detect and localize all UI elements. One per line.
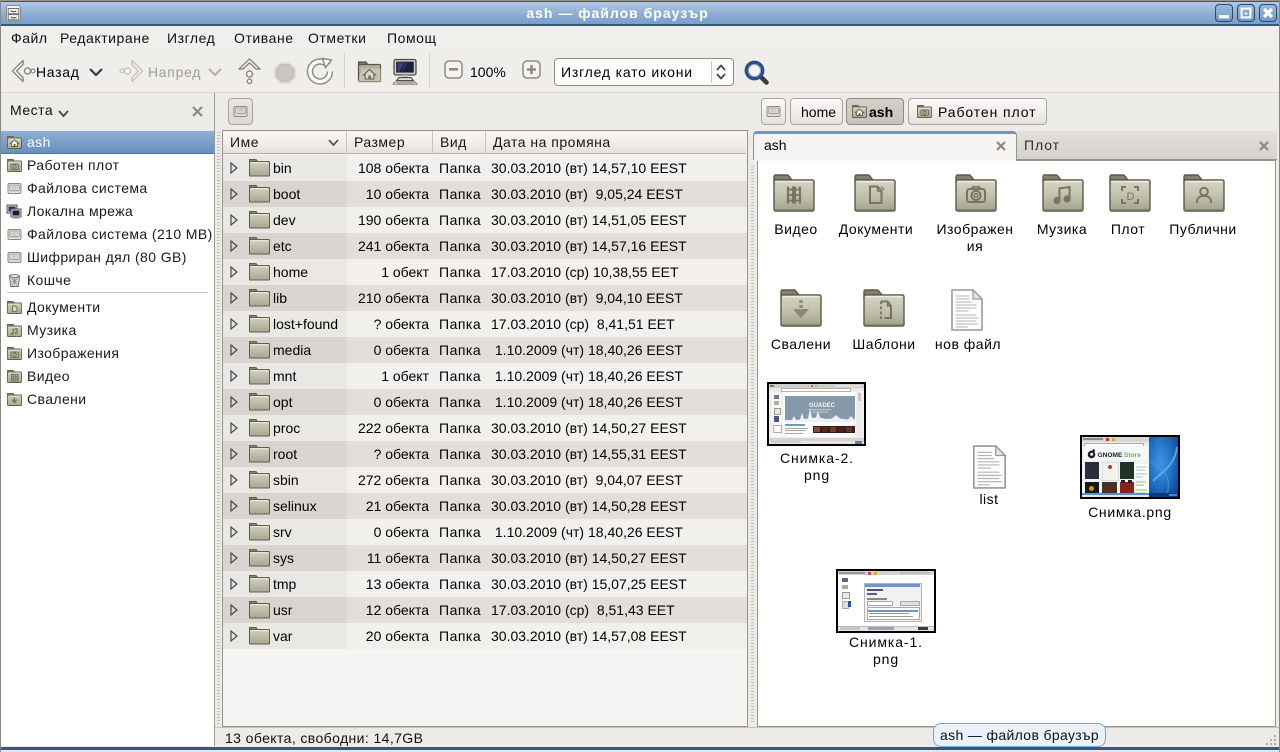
svg-text:GNOME: GNOME [1098,452,1124,459]
svg-text:GUADEC: GUADEC [809,403,836,409]
svg-text:D: D [1127,191,1135,203]
svg-text:Store: Store [1124,452,1141,459]
